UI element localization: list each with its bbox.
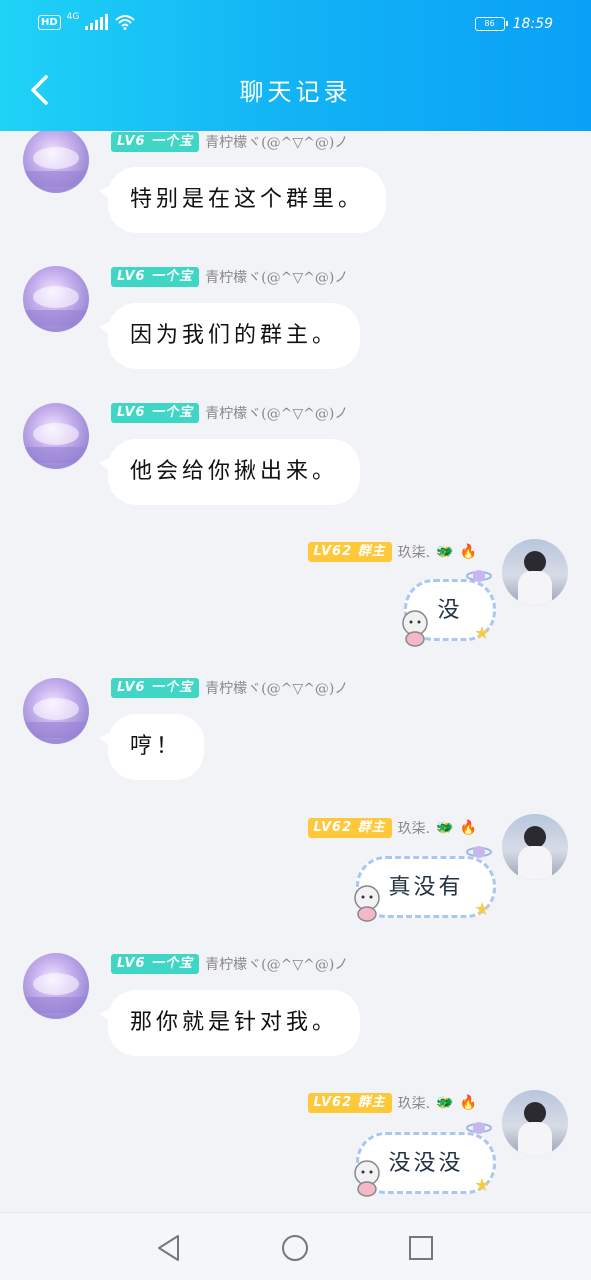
message-bubble[interactable]: 那你就是针对我。 (98, 990, 361, 1056)
sender-name-line: LV6 一个宝 青柠檬ヾ(@^▽^@)ノ (111, 402, 348, 424)
member-level-badge: LV6 一个宝 (111, 954, 200, 974)
star-sticker-icon: ★ (474, 623, 491, 644)
network-type: 4G (66, 12, 80, 22)
fire-icon: 🔥 (459, 544, 477, 560)
message-bubble[interactable]: 因为我们的群主。 (98, 303, 361, 369)
message-bubble[interactable]: 哼！ (98, 714, 205, 780)
sender-avatar[interactable] (23, 266, 89, 332)
sender-nickname: 青柠檬ヾ(@^▽^@)ノ (205, 270, 349, 286)
home-circle-icon[interactable] (280, 1233, 310, 1263)
hd-indicator: HD (38, 14, 61, 30)
sender-nickname: 青柠檬ヾ(@^▽^@)ノ (205, 135, 349, 151)
sender-nickname: 青柠檬ヾ(@^▽^@)ノ (205, 957, 349, 973)
wifi-icon (115, 15, 136, 30)
status-bar: HD 4G 86 18:59 (0, 12, 591, 38)
planet-sticker-icon (466, 846, 492, 858)
sender-name-line: LV62 群主 玖柒. 🐲 🔥 (307, 817, 477, 839)
sender-name-line: LV6 一个宝 青柠檬ヾ(@^▽^@)ノ (111, 677, 348, 699)
sender-nickname: 青柠檬ヾ(@^▽^@)ノ (205, 681, 349, 697)
sender-avatar[interactable] (23, 131, 89, 193)
battery-icon: 86 (474, 17, 508, 31)
dragon-icon: 🐲 (436, 544, 454, 560)
bunny-astronaut-icon (402, 610, 428, 647)
fire-icon: 🔥 (459, 1095, 477, 1111)
owner-avatar[interactable] (502, 539, 568, 605)
sender-name-line: LV62 群主 玖柒. 🐲 🔥 (307, 1092, 477, 1114)
sender-avatar[interactable] (23, 403, 89, 469)
member-level-badge: LV6 一个宝 (111, 678, 200, 698)
owner-avatar[interactable] (502, 814, 568, 880)
app-header: HD 4G 86 18:59 聊天记录 (0, 0, 591, 131)
owner-level-badge: LV62 群主 (307, 542, 392, 562)
sender-name-line: LV62 群主 玖柒. 🐲 🔥 (307, 541, 477, 563)
fire-icon: 🔥 (459, 820, 477, 836)
sender-name-line: LV6 一个宝 青柠檬ヾ(@^▽^@)ノ (111, 266, 348, 288)
member-level-badge: LV6 一个宝 (111, 403, 200, 423)
clock: 18:59 (512, 16, 553, 32)
message-bubble[interactable]: 特别是在这个群里。 (98, 167, 387, 233)
dragon-icon: 🐲 (436, 1095, 454, 1111)
page-title: 聊天记录 (239, 78, 352, 106)
planet-sticker-icon (466, 1122, 492, 1134)
chat-history-list[interactable]: LV6 一个宝 青柠檬ヾ(@^▽^@)ノ 特别是在这个群里。 LV6 一个宝 青… (0, 131, 591, 1212)
sender-avatar[interactable] (23, 953, 89, 1019)
star-sticker-icon: ★ (474, 1175, 491, 1196)
star-sticker-icon: ★ (474, 899, 491, 920)
owner-level-badge: LV62 群主 (307, 1093, 392, 1113)
member-level-badge: LV6 一个宝 (111, 267, 200, 287)
sender-name-line: LV6 一个宝 青柠檬ヾ(@^▽^@)ノ (111, 953, 348, 975)
sender-nickname: 玖柒. (397, 545, 431, 561)
member-level-badge: LV6 一个宝 (111, 132, 200, 152)
owner-avatar[interactable] (502, 1090, 568, 1156)
system-nav-bar (0, 1212, 591, 1280)
sender-nickname: 玖柒. (397, 821, 431, 837)
bunny-astronaut-icon (354, 885, 380, 922)
sender-nickname: 玖柒. (397, 1096, 431, 1112)
dragon-icon: 🐲 (436, 820, 454, 836)
sender-avatar[interactable] (23, 678, 89, 744)
message-bubble[interactable]: 他会给你揪出来。 (98, 439, 361, 505)
owner-level-badge: LV62 群主 (307, 818, 392, 838)
sender-name-line: LV6 一个宝 青柠檬ヾ(@^▽^@)ノ (111, 131, 348, 153)
bunny-astronaut-icon (354, 1160, 380, 1197)
sender-nickname: 青柠檬ヾ(@^▽^@)ノ (205, 406, 349, 422)
recents-square-icon[interactable] (406, 1233, 436, 1263)
signal-icon (85, 14, 109, 30)
planet-sticker-icon (466, 570, 492, 582)
back-triangle-icon[interactable] (154, 1233, 184, 1263)
